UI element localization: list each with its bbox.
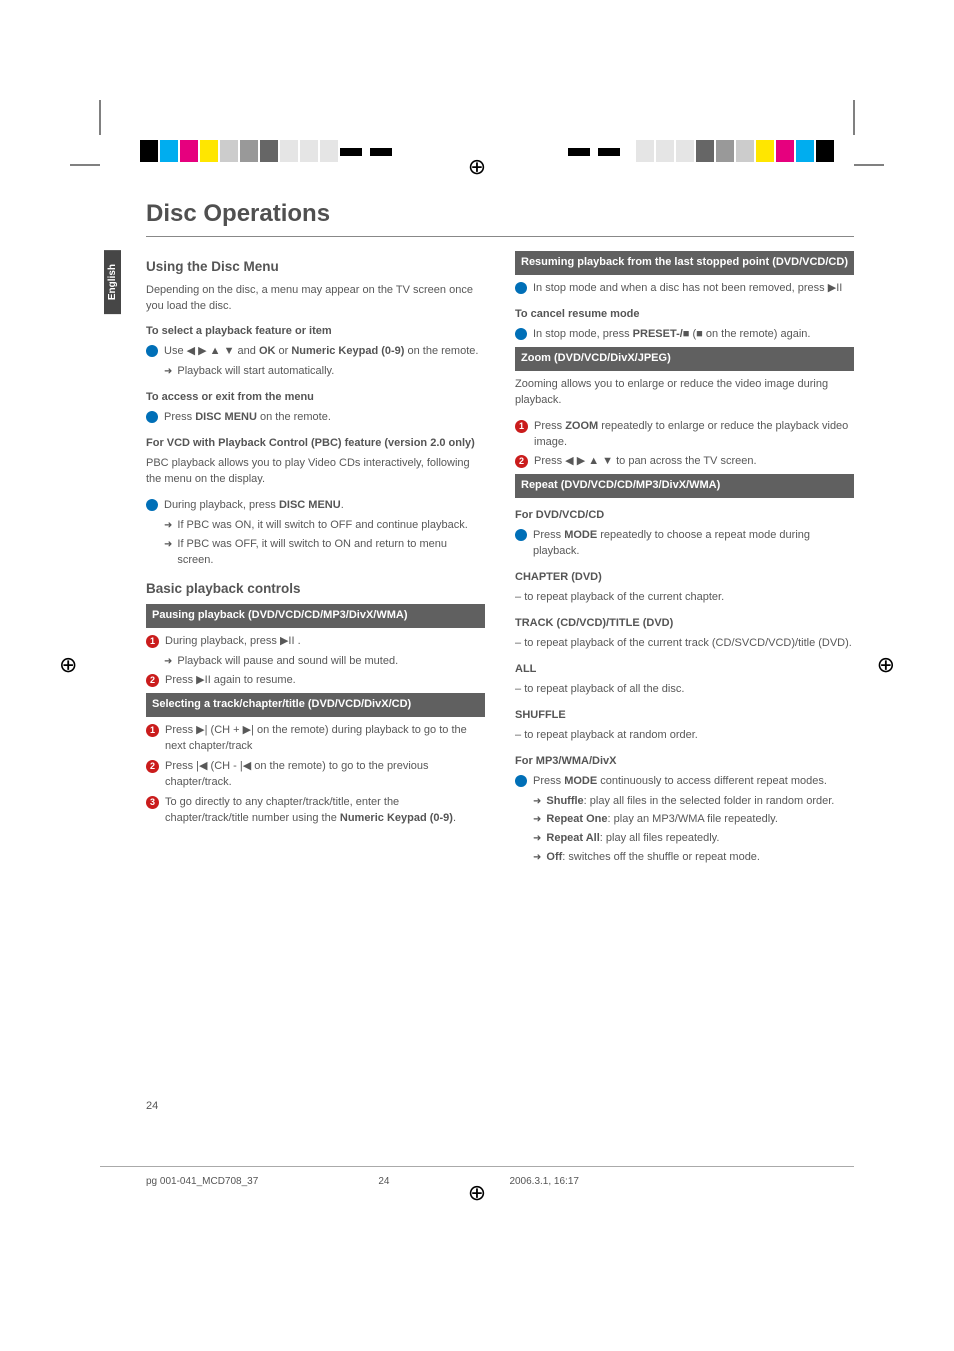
footer-divider [100, 1166, 854, 1167]
mp3-repeat-all-line: Repeat All: play all files repeatedly. [533, 831, 854, 847]
page-title: Disc Operations [146, 200, 854, 228]
track-line: to repeat playback of the current track … [515, 636, 854, 652]
pause-step-1-text: During playback, press ▶II . [165, 634, 485, 650]
zoom-intro-text: Zooming allows you to enlarge or reduce … [515, 377, 854, 409]
title-divider [146, 236, 854, 237]
select-track-step-3: 3 To go directly to any chapter/track/ti… [146, 795, 485, 827]
mp3-off-line: Off: switches off the shuffle or repeat … [533, 850, 854, 866]
select-arrow-result: Playback will start automatically. [164, 364, 485, 380]
select-feature-step: Use ◀ ▶ ▲ ▼ and OK or Numeric Keypad (0-… [146, 344, 485, 360]
print-registration-bars [0, 0, 954, 180]
resume-text: In stop mode and when a disc has not bee… [533, 281, 854, 297]
bullet-icon [515, 529, 527, 541]
bar-resuming: Resuming playback from the last stopped … [515, 251, 854, 275]
using-intro-text: Depending on the disc, a menu may appear… [146, 283, 485, 315]
step-number-2-icon: 2 [146, 760, 159, 773]
vcd-arrow-1: If PBC was ON, it will switch to OFF and… [164, 518, 485, 534]
bullet-icon [146, 345, 158, 357]
vcd-arrow-2: If PBC was OFF, it will switch to ON and… [164, 537, 485, 569]
resume-step: In stop mode and when a disc has not bee… [515, 281, 854, 297]
left-column: Using the Disc Menu Depending on the dis… [146, 247, 485, 869]
heading-basic-playback: Basic playback controls [146, 579, 485, 599]
heading-shuffle: SHUFFLE [515, 708, 854, 724]
bar-repeat: Repeat (DVD/VCD/CD/MP3/DivX/WMA) [515, 474, 854, 498]
select-track-2-text: Press |◀ (CH - |◀ on the remote) to go t… [165, 759, 485, 791]
access-menu-text: Press DISC MENU on the remote. [164, 410, 485, 426]
pause-step-1: 1 During playback, press ▶II . [146, 634, 485, 650]
select-track-step-2: 2 Press |◀ (CH - |◀ on the remote) to go… [146, 759, 485, 791]
zoom-1-text: Press ZOOM repeatedly to enlarge or redu… [534, 419, 854, 451]
bullet-icon [146, 411, 158, 423]
shuffle-line: to repeat playback at random order. [515, 728, 854, 744]
bar-selecting-track: Selecting a track/chapter/title (DVD/VCD… [146, 693, 485, 717]
bullet-icon [515, 328, 527, 340]
step-number-3-icon: 3 [146, 796, 159, 809]
step-number-2-icon: 2 [146, 674, 159, 687]
vcd-step-text: During playback, press DISC MENU. [164, 498, 485, 514]
heading-for-dvd: For DVD/VCD/CD [515, 508, 854, 524]
repeat-dvd-step: Press MODE repeatedly to choose a repeat… [515, 528, 854, 560]
repeat-dvd-text: Press MODE repeatedly to choose a repeat… [533, 528, 854, 560]
all-line: to repeat playback of all the disc. [515, 682, 854, 698]
step-number-1-icon: 1 [146, 724, 159, 737]
heading-all: ALL [515, 662, 854, 678]
registration-mark-right-icon [877, 652, 895, 678]
language-tab: English [104, 250, 121, 314]
select-feature-text: Use ◀ ▶ ▲ ▼ and OK or Numeric Keypad (0-… [164, 344, 485, 360]
select-track-3-text: To go directly to any chapter/track/titl… [165, 795, 485, 827]
pause-step-2: 2 Press ▶II again to resume. [146, 673, 485, 689]
heading-track: TRACK (CD/VCD)/TITLE (DVD) [515, 616, 854, 632]
heading-using-disc-menu: Using the Disc Menu [146, 257, 485, 277]
registration-mark-left-icon [59, 652, 77, 678]
select-track-1-text: Press ▶| (CH + ▶| on the remote) during … [165, 723, 485, 755]
right-column: Resuming playback from the last stopped … [515, 247, 854, 869]
access-menu-step: Press DISC MENU on the remote. [146, 410, 485, 426]
mp3-shuffle-line: Shuffle: play all files in the selected … [533, 794, 854, 810]
heading-chapter: CHAPTER (DVD) [515, 570, 854, 586]
chapter-line: to repeat playback of the current chapte… [515, 590, 854, 606]
mp3-step-text: Press MODE continuously to access differ… [533, 774, 854, 790]
footer-date: 2006.3.1, 16:17 [509, 1176, 579, 1187]
bullet-icon [146, 499, 158, 511]
bar-zoom: Zoom (DVD/VCD/DivX/JPEG) [515, 347, 854, 371]
zoom-step-1: 1 Press ZOOM repeatedly to enlarge or re… [515, 419, 854, 451]
page-content: English Disc Operations Using the Disc M… [146, 200, 854, 869]
select-track-step-1: 1 Press ▶| (CH + ▶| on the remote) durin… [146, 723, 485, 755]
cancel-resume-step: In stop mode, press PRESET-/■ (■ on the … [515, 327, 854, 343]
mp3-step: Press MODE continuously to access differ… [515, 774, 854, 790]
heading-vcd-pbc: For VCD with Playback Control (PBC) feat… [146, 436, 485, 452]
bullet-icon [515, 282, 527, 294]
heading-for-mp3: For MP3/WMA/DivX [515, 754, 854, 770]
pause-step-2-text: Press ▶II again to resume. [165, 673, 485, 689]
pause-arrow: Playback will pause and sound will be mu… [164, 654, 485, 670]
mp3-repeat-one-line: Repeat One: play an MP3/WMA file repeate… [533, 812, 854, 828]
heading-access-menu: To access or exit from the menu [146, 390, 485, 406]
footer-file: pg 001-041_MCD708_37 [146, 1176, 258, 1187]
vcd-intro-text: PBC playback allows you to play Video CD… [146, 456, 485, 488]
heading-cancel-resume: To cancel resume mode [515, 307, 854, 323]
step-number-2-icon: 2 [515, 455, 528, 468]
page-number: 24 [146, 1100, 158, 1112]
cancel-resume-text: In stop mode, press PRESET-/■ (■ on the … [533, 327, 854, 343]
step-number-1-icon: 1 [146, 635, 159, 648]
bar-pausing: Pausing playback (DVD/VCD/CD/MP3/DivX/WM… [146, 604, 485, 628]
vcd-step: During playback, press DISC MENU. [146, 498, 485, 514]
registration-mark-top-icon [468, 154, 486, 180]
footer-line: pg 001-041_MCD708_37 24 2006.3.1, 16:17 [146, 1176, 579, 1187]
zoom-step-2: 2 Press ◀ ▶ ▲ ▼ to pan across the TV scr… [515, 454, 854, 470]
heading-select-feature: To select a playback feature or item [146, 324, 485, 340]
bullet-icon [515, 775, 527, 787]
footer-page: 24 [378, 1176, 389, 1187]
step-number-1-icon: 1 [515, 420, 528, 433]
zoom-2-text: Press ◀ ▶ ▲ ▼ to pan across the TV scree… [534, 454, 854, 470]
